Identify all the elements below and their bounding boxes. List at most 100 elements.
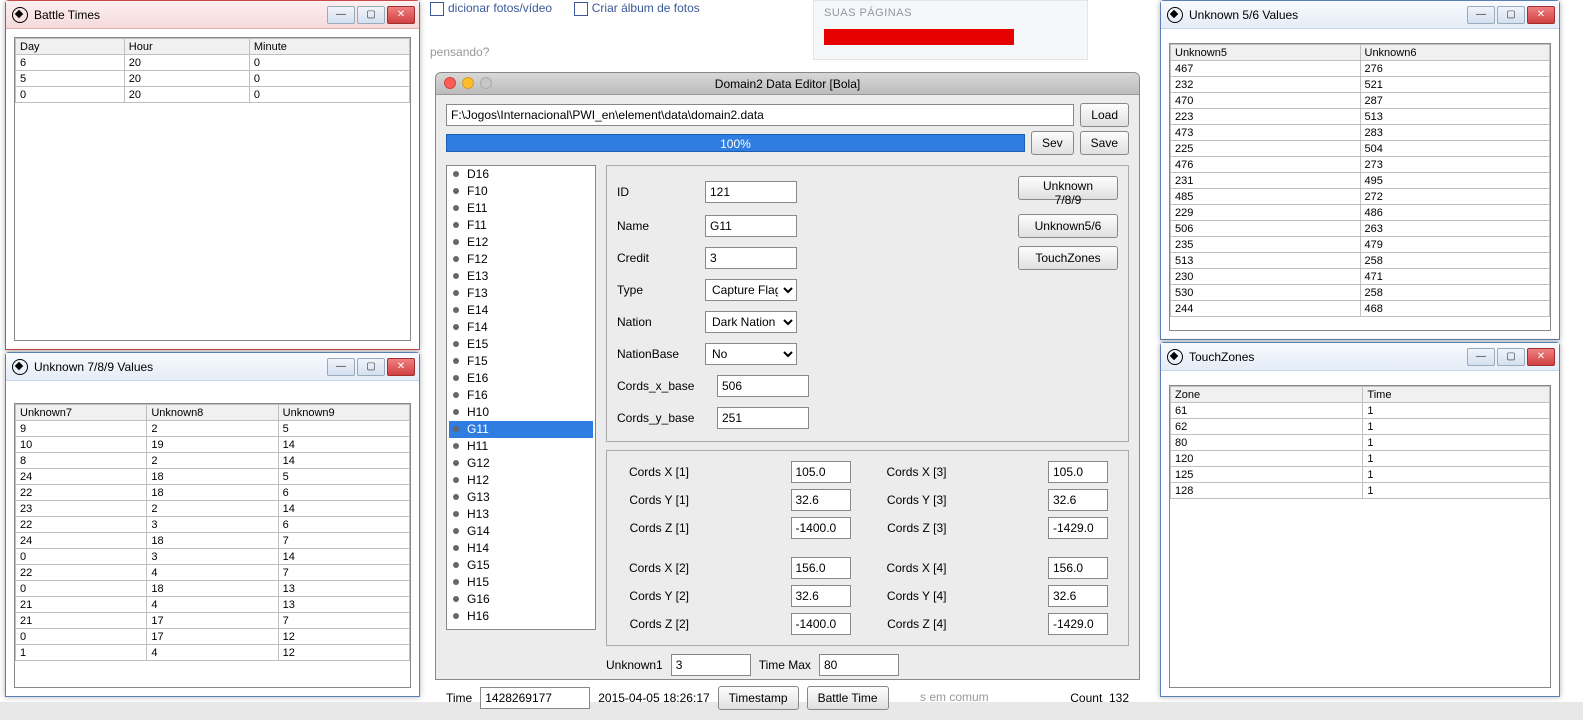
table-row[interactable]: 621 [1171,419,1550,435]
tree-item[interactable]: F16 [449,387,593,404]
tree-item[interactable]: E12 [449,234,593,251]
mac-minimize-icon[interactable] [462,77,474,89]
cy3-input[interactable] [1048,489,1108,511]
maximize-button[interactable]: ▢ [357,358,385,376]
table-row[interactable]: 229486 [1171,205,1550,221]
column-header[interactable]: Unknown6 [1360,45,1550,61]
column-header[interactable]: Hour [124,39,249,55]
table-row[interactable]: 24187 [16,533,410,549]
column-header[interactable]: Unknown7 [16,405,147,421]
column-header[interactable]: Unknown8 [147,405,278,421]
tree-item[interactable]: H12 [449,472,593,489]
table-row[interactable]: 485272 [1171,189,1550,205]
load-button[interactable]: Load [1080,103,1129,127]
close-button[interactable]: ✕ [387,6,415,24]
minimize-button[interactable]: — [327,6,355,24]
maximize-button[interactable]: ▢ [1497,6,1525,24]
table-row[interactable]: 1201 [1171,451,1550,467]
tree-item[interactable]: E15 [449,336,593,353]
table-row[interactable]: 232521 [1171,77,1550,93]
name-input[interactable] [705,215,797,237]
tree-item[interactable]: E13 [449,268,593,285]
table-row[interactable]: 476273 [1171,157,1550,173]
unknown56-button[interactable]: Unknown5/6 [1018,214,1118,238]
ybase-input[interactable] [717,407,809,429]
minimize-button[interactable]: — [1467,348,1495,366]
tree-item[interactable]: H14 [449,540,593,557]
cz1-input[interactable] [791,517,851,539]
unknown789-table[interactable]: Unknown7Unknown8Unknown99251019148214241… [15,404,410,661]
tree-item[interactable]: H13 [449,506,593,523]
tree-list[interactable]: D15C16D16F10E11F11E12F12E13F13E14F14E15F… [446,165,596,630]
tree-item[interactable]: F12 [449,251,593,268]
column-header[interactable]: Zone [1171,387,1363,403]
tree-item[interactable]: E11 [449,200,593,217]
column-header[interactable]: Unknown5 [1171,45,1361,61]
table-row[interactable]: 22186 [16,485,410,501]
table-row[interactable]: 01712 [16,629,410,645]
touchzones-titlebar[interactable]: TouchZones — ▢ ✕ [1161,343,1559,371]
table-row[interactable]: 801 [1171,435,1550,451]
column-header[interactable]: Day [16,39,125,55]
table-row[interactable]: 1281 [1171,483,1550,499]
table-row[interactable]: 925 [16,421,410,437]
tree-item[interactable]: H10 [449,404,593,421]
table-row[interactable]: 21177 [16,613,410,629]
table-row[interactable]: 513258 [1171,253,1550,269]
table-row[interactable]: 235479 [1171,237,1550,253]
tree-item[interactable]: F11 [449,217,593,234]
tree-item[interactable]: H15 [449,574,593,591]
table-row[interactable]: 101914 [16,437,410,453]
unknown56-table[interactable]: Unknown5Unknown6467276232521470287223513… [1170,44,1550,317]
table-row[interactable]: 24185 [16,469,410,485]
tree-item[interactable]: D16 [449,166,593,183]
table-row[interactable]: 223513 [1171,109,1550,125]
path-input[interactable] [446,104,1074,126]
minimize-button[interactable]: — [1467,6,1495,24]
nation-select[interactable]: Dark Nation [705,311,797,333]
table-row[interactable]: 0314 [16,549,410,565]
tree-item[interactable]: F15 [449,353,593,370]
cy1-input[interactable] [791,489,851,511]
column-header[interactable]: Minute [249,39,409,55]
table-row[interactable]: 8214 [16,453,410,469]
table-row[interactable]: 01813 [16,581,410,597]
battletime-button[interactable]: Battle Time [807,686,889,710]
tree-item[interactable]: G12 [449,455,593,472]
cy2-input[interactable] [791,585,851,607]
table-row[interactable]: 23214 [16,501,410,517]
table-row[interactable]: 6200 [16,55,410,71]
table-row[interactable]: 244468 [1171,301,1550,317]
cx3-input[interactable] [1048,461,1108,483]
tree-item[interactable]: F14 [449,319,593,336]
close-button[interactable]: ✕ [1527,6,1555,24]
close-button[interactable]: ✕ [1527,348,1555,366]
maximize-button[interactable]: ▢ [357,6,385,24]
cy4-input[interactable] [1048,585,1108,607]
table-row[interactable]: 1412 [16,645,410,661]
table-row[interactable]: 2247 [16,565,410,581]
unknown1-input[interactable] [671,654,751,676]
mac-zoom-icon[interactable] [480,77,492,89]
cz2-input[interactable] [791,613,851,635]
table-row[interactable]: 467276 [1171,61,1550,77]
cx2-input[interactable] [791,557,851,579]
touchzones-table[interactable]: ZoneTime611621801120112511281 [1170,386,1550,499]
minimize-button[interactable]: — [327,358,355,376]
table-row[interactable]: 470287 [1171,93,1550,109]
table-row[interactable]: 530258 [1171,285,1550,301]
timemax-input[interactable] [819,654,899,676]
column-header[interactable]: Unknown9 [278,405,409,421]
tree-item[interactable]: H16 [449,608,593,625]
cz4-input[interactable] [1048,613,1108,635]
maximize-button[interactable]: ▢ [1497,348,1525,366]
table-row[interactable]: 21413 [16,597,410,613]
unknown56-titlebar[interactable]: Unknown 5/6 Values — ▢ ✕ [1161,1,1559,29]
battle-times-titlebar[interactable]: Battle Times — ▢ ✕ [6,1,419,29]
timestamp-button[interactable]: Timestamp [718,686,799,710]
unknown789-button[interactable]: Unknown 7/8/9 [1018,176,1118,200]
editor-titlebar[interactable]: Domain2 Data Editor [Bola] [436,73,1139,95]
table-row[interactable]: 473283 [1171,125,1550,141]
tree-item[interactable]: F13 [449,285,593,302]
tree-item[interactable]: G13 [449,489,593,506]
